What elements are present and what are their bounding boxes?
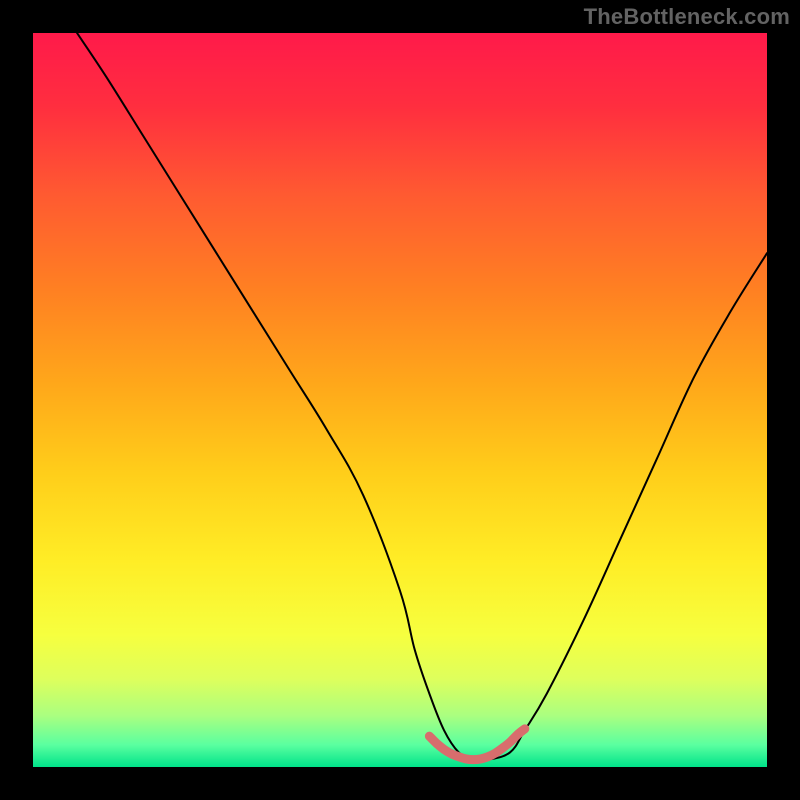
sweet-spot-marker xyxy=(429,729,524,760)
chart-frame: TheBottleneck.com xyxy=(0,0,800,800)
curve-layer xyxy=(33,33,767,767)
plot-area xyxy=(33,33,767,767)
watermark-text: TheBottleneck.com xyxy=(584,4,790,30)
bottleneck-curve xyxy=(77,33,767,761)
